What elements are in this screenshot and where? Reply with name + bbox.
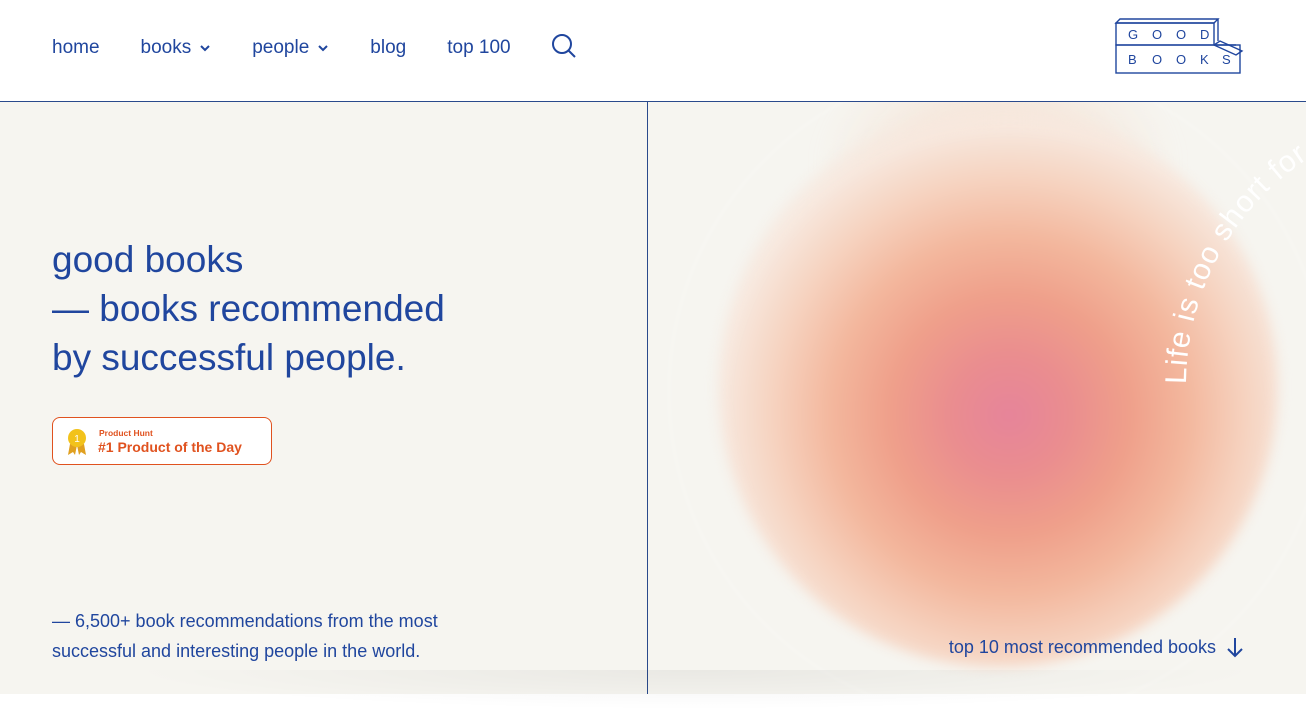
logo-books-o2: O	[1176, 52, 1186, 67]
site-logo[interactable]: G O O D B O O K S	[1114, 17, 1244, 75]
curved-quote-text: Life is too short for bad books.	[1160, 102, 1306, 384]
product-hunt-badge[interactable]: 1 Product Hunt #1 Product of the Day	[52, 417, 272, 465]
stat-text: — 6,500+ book recommendations from the m…	[52, 606, 522, 666]
nav-people[interactable]: people	[252, 37, 329, 59]
nav-books-label: books	[140, 37, 192, 58]
site-header: home books people blog top 100 G O O D B…	[0, 0, 1306, 102]
curved-quote: Life is too short for bad books.	[1160, 102, 1306, 384]
medal-icon: 1	[68, 429, 86, 455]
top10-link[interactable]: top 10 most recommended books	[949, 636, 1244, 658]
bottom-shadow	[120, 670, 1270, 710]
logo-books-b: B	[1128, 52, 1137, 67]
headline-line-1: good books	[52, 239, 244, 280]
arrow-down-icon	[1227, 638, 1243, 658]
nav-people-label: people	[252, 37, 310, 58]
logo-good-g: G	[1128, 27, 1138, 42]
nav-books[interactable]: books	[141, 37, 212, 59]
hero-right-panel: Life is too short for bad books.	[648, 102, 1306, 694]
logo-books-s: S	[1222, 52, 1231, 67]
hero-headline: good books — books recommended by succes…	[52, 235, 445, 382]
chevron-down-icon	[318, 45, 329, 52]
stat-line-2: successful and interesting people in the…	[52, 641, 421, 661]
logo-good-o1: O	[1152, 27, 1162, 42]
nav-home[interactable]: home	[52, 37, 100, 59]
medal-number: 1	[74, 434, 80, 445]
logo-books-k: K	[1200, 52, 1209, 67]
svg-text:Life is too short for bad book: Life is too short for bad books.	[1160, 102, 1306, 384]
headline-line-3: by successful people.	[52, 337, 406, 378]
nav-blog[interactable]: blog	[370, 37, 406, 59]
stat-line-1: — 6,500+ book recommendations from the m…	[52, 611, 438, 631]
headline-line-2: — books recommended	[52, 288, 445, 329]
badge-small-text: Product Hunt	[99, 428, 153, 438]
nav-top100-label: top 100	[447, 37, 511, 58]
nav-blog-label: blog	[370, 37, 407, 58]
nav-top100[interactable]: top 100	[447, 37, 510, 59]
top10-label: top 10 most recommended books	[948, 636, 1216, 657]
logo-good-d: D	[1200, 27, 1209, 42]
nav-home-label: home	[52, 37, 100, 58]
logo-books-o1: O	[1152, 52, 1162, 67]
badge-big-text: #1 Product of the Day	[98, 439, 242, 455]
search-icon[interactable]	[551, 33, 577, 59]
chevron-down-icon	[200, 45, 210, 52]
logo-good-o2: O	[1176, 27, 1186, 42]
main-nav: home books people blog top 100	[52, 0, 552, 96]
